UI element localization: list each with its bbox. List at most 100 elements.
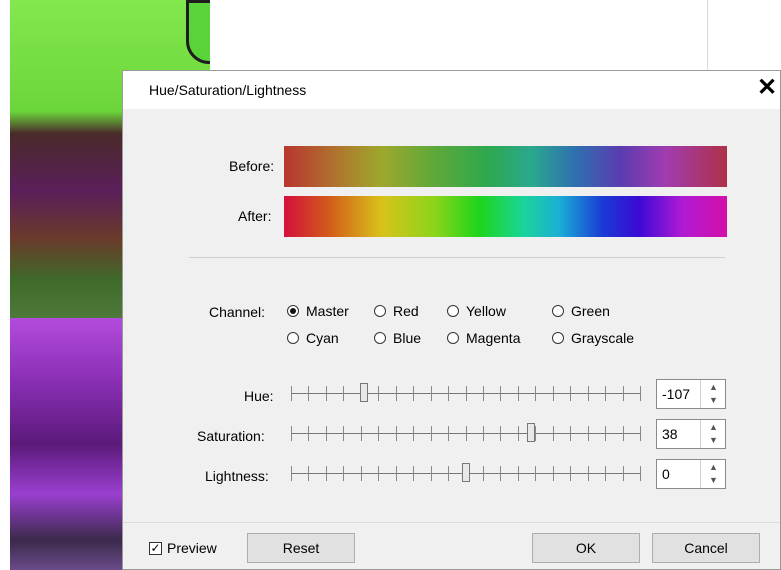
slider-tick — [396, 386, 397, 401]
slider-tick — [640, 466, 641, 481]
slider-tick — [308, 466, 309, 481]
slider-tick — [378, 426, 379, 441]
radio-red[interactable]: Red — [374, 301, 419, 321]
dialog-title: Hue/Saturation/Lightness — [149, 82, 307, 98]
photo-object — [186, 0, 210, 64]
hue-saturation-dialog: Hue/Saturation/Lightness ✕ Before: After… — [122, 70, 781, 570]
lightness-spin-arrows[interactable]: ▲ ▼ — [700, 460, 725, 488]
slider-tick — [518, 466, 519, 481]
slider-tick — [500, 466, 501, 481]
radio-green[interactable]: Green — [552, 301, 610, 321]
check-icon: ✓ — [150, 541, 161, 555]
hue-slider[interactable] — [291, 383, 641, 403]
slider-tick — [413, 426, 414, 441]
preview-label[interactable]: Preview — [167, 540, 217, 556]
close-icon[interactable]: ✕ — [755, 74, 779, 102]
spin-up-icon[interactable]: ▲ — [709, 422, 718, 432]
slider-tick — [291, 386, 292, 401]
radio-label: Cyan — [306, 330, 339, 346]
radio-label: Green — [571, 303, 610, 319]
slider-tick — [623, 386, 624, 401]
spin-up-icon[interactable]: ▲ — [709, 462, 718, 472]
slider-tick — [291, 426, 292, 441]
radio-yellow[interactable]: Yellow — [447, 301, 506, 321]
radio-dot — [374, 305, 386, 317]
radio-label: Red — [393, 303, 419, 319]
slider-tick — [361, 466, 362, 481]
lightness-value: 0 — [662, 466, 670, 482]
dialog-titlebar[interactable]: Hue/Saturation/Lightness ✕ — [123, 71, 780, 109]
slider-tick — [640, 386, 641, 401]
radio-label: Blue — [393, 330, 422, 346]
saturation-spinbox[interactable]: 38 ▲ ▼ — [656, 419, 726, 449]
slider-tick — [413, 466, 414, 481]
hue-spinbox[interactable]: -107 ▲ ▼ — [656, 379, 726, 409]
cancel-button[interactable]: Cancel — [652, 533, 760, 563]
slider-tick — [448, 466, 449, 481]
slider-tick — [500, 386, 501, 401]
spin-up-icon[interactable]: ▲ — [709, 382, 718, 392]
lightness-slider[interactable] — [291, 463, 641, 483]
slider-tick — [518, 386, 519, 401]
slider-tick — [466, 386, 467, 401]
radio-grayscale[interactable]: Grayscale — [552, 328, 634, 348]
radio-cyan[interactable]: Cyan — [287, 328, 339, 348]
slider-tick — [535, 466, 536, 481]
slider-tick — [343, 466, 344, 481]
slider-tick — [535, 386, 536, 401]
ok-button[interactable]: OK — [532, 533, 640, 563]
slider-thumb[interactable] — [527, 423, 535, 442]
hue-label: Hue: — [244, 388, 274, 404]
hue-value: -107 — [662, 386, 691, 402]
reset-button[interactable]: Reset — [247, 533, 355, 563]
slider-tick — [343, 386, 344, 401]
slider-tick — [466, 426, 467, 441]
slider-tick — [605, 386, 606, 401]
slider-tick — [553, 386, 554, 401]
footer-separator — [123, 522, 780, 523]
lightness-spinbox[interactable]: 0 ▲ ▼ — [656, 459, 726, 489]
preview-checkbox[interactable]: ✓ — [149, 542, 162, 555]
saturation-spin-arrows[interactable]: ▲ ▼ — [700, 420, 725, 448]
slider-tick — [308, 426, 309, 441]
slider-tick — [483, 466, 484, 481]
spin-down-icon[interactable]: ▼ — [709, 435, 718, 445]
slider-tick — [518, 426, 519, 441]
slider-tick — [326, 386, 327, 401]
after-color-ramp — [284, 196, 727, 237]
slider-tick — [553, 426, 554, 441]
radio-master[interactable]: Master — [287, 301, 349, 321]
after-label: After: — [238, 208, 272, 224]
slider-tick — [343, 426, 344, 441]
slider-tick — [308, 386, 309, 401]
radio-label: Grayscale — [571, 330, 635, 346]
radio-dot — [447, 332, 459, 344]
slider-tick — [483, 386, 484, 401]
slider-tick — [291, 466, 292, 481]
slider-tick — [588, 466, 589, 481]
spin-down-icon[interactable]: ▼ — [709, 395, 718, 405]
before-label: Before: — [229, 158, 275, 174]
radio-blue[interactable]: Blue — [374, 328, 421, 348]
slider-tick — [640, 426, 641, 441]
before-color-ramp — [284, 146, 727, 187]
channel-label: Channel: — [209, 304, 266, 320]
slider-thumb[interactable] — [462, 463, 470, 482]
slider-tick — [396, 426, 397, 441]
slider-tick — [570, 426, 571, 441]
radio-dot — [552, 305, 564, 317]
radio-magenta[interactable]: Magenta — [447, 328, 520, 348]
slider-tick — [431, 386, 432, 401]
spin-down-icon[interactable]: ▼ — [709, 475, 718, 485]
slider-tick — [570, 466, 571, 481]
slider-tick — [623, 466, 624, 481]
slider-tick — [483, 426, 484, 441]
saturation-slider[interactable] — [291, 423, 641, 443]
slider-tick — [570, 386, 571, 401]
slider-tick — [535, 426, 536, 441]
slider-tick — [431, 466, 432, 481]
slider-tick — [396, 466, 397, 481]
hue-spin-arrows[interactable]: ▲ ▼ — [700, 380, 725, 408]
slider-thumb[interactable] — [360, 383, 368, 402]
slider-tick — [605, 466, 606, 481]
